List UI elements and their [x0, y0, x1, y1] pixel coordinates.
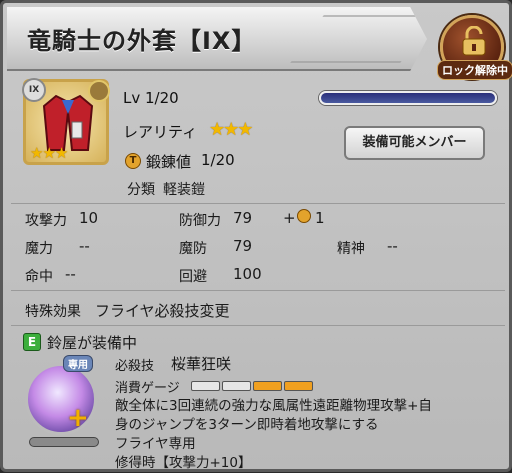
forge-icon: T: [125, 153, 141, 169]
skill-description: 敵全体に3回連続の強力な風属性遠距離物理攻撃+自 身のジャンプを3ターン即時着地…: [115, 397, 507, 473]
stat-eva-value: 100: [233, 265, 262, 283]
lock-status-label: ロック解除中: [437, 60, 512, 80]
gauge-segment: [253, 381, 282, 391]
special-effect-value: フライヤ必殺技変更: [95, 302, 230, 320]
rarity-stars: ★★★: [209, 119, 253, 140]
gauge-segment: [222, 381, 251, 391]
icon-rarity-stars: ★★★: [30, 144, 68, 162]
stat-def-label: 防御力: [179, 213, 221, 229]
rank-badge: IX: [22, 78, 46, 102]
stat-eva-label: 回避: [179, 269, 207, 285]
forge-label: 鍛錬値: [146, 153, 192, 171]
forge-value: 1/20: [201, 151, 235, 169]
stat-mag-label: 魔力: [25, 241, 53, 257]
exclusive-tag: 専用: [63, 355, 93, 372]
stat-def-bonus-sign: +: [283, 209, 296, 227]
stat-spr-value: --: [387, 237, 398, 255]
skill-type-label: 必殺技: [115, 359, 155, 374]
level-progress-bar: [319, 91, 497, 105]
orb-progress-bar: [29, 437, 99, 447]
level-value: 1/20: [145, 89, 179, 107]
equippable-members-button[interactable]: 装備可能メンバー: [344, 126, 485, 160]
title-decoration: [290, 15, 427, 63]
stat-acc-label: 命中: [25, 269, 53, 285]
stat-mdef-label: 魔防: [179, 241, 207, 257]
stat-acc-value: --: [65, 265, 76, 283]
special-effect-label: 特殊効果: [25, 304, 81, 320]
gauge-segment: [191, 381, 220, 391]
title-banner: 竜騎士の外套【IX】: [7, 7, 427, 71]
gauge-cost-label: 消費ゲージ: [115, 381, 180, 396]
stat-mag-value: --: [79, 237, 90, 255]
stat-mdef-value: 79: [233, 237, 253, 255]
stat-spr-label: 精神: [337, 241, 365, 257]
level-label: Lv 1/20: [123, 89, 179, 107]
stat-def-value: 79: [233, 209, 253, 227]
category-value: 軽装鎧: [163, 182, 205, 198]
rarity-label: レアリティ: [123, 123, 198, 141]
lock-toggle-button[interactable]: ロック解除中: [437, 15, 512, 80]
item-detail-panel: 竜騎士の外套【IX】 ロック解除中 IX ★★★ Lv 1/20 レアリティ ★…: [0, 0, 512, 472]
stat-def-bonus-value: 1: [315, 209, 325, 227]
forge-bonus-icon: [297, 209, 311, 223]
stat-atk-value: 10: [79, 209, 99, 227]
item-icon: IX ★★★: [22, 78, 110, 165]
desc-line: 敵全体に3回連続の強力な風属性遠距離物理攻撃+自: [115, 398, 432, 414]
skill-name: 桜華狂咲: [171, 355, 232, 373]
desc-line: 修得時【攻撃力+10】: [115, 455, 252, 471]
unlocked-padlock-icon: [462, 26, 486, 56]
gauge-cost-meter: [191, 381, 313, 391]
equipped-badge: E: [23, 333, 41, 351]
plus-icon: +: [67, 403, 89, 433]
desc-line: 身のジャンプを3ターン即時着地攻撃にする: [115, 417, 379, 433]
desc-line: フライヤ専用: [115, 436, 196, 452]
equipped-by-text: 鈴屋が装備中: [47, 334, 138, 352]
gauge-segment: [284, 381, 313, 391]
armor-type-icon: [88, 80, 110, 102]
stat-atk-label: 攻撃力: [25, 213, 67, 229]
item-title: 竜騎士の外套【IX】: [27, 27, 257, 55]
category-label: 分類: [127, 182, 155, 198]
